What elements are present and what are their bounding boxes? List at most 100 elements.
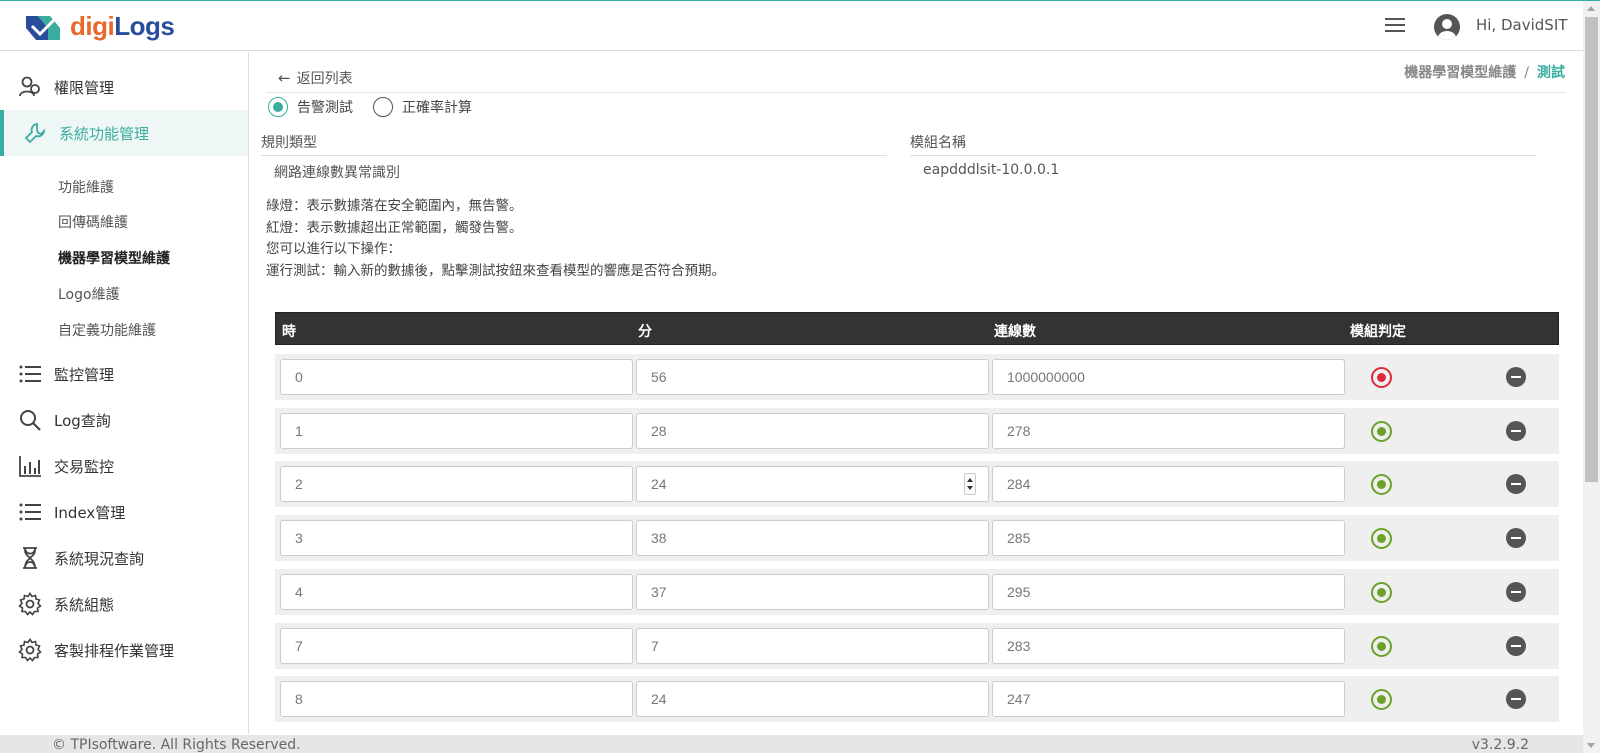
remove-row-icon[interactable] <box>1506 474 1526 494</box>
minute-value: 24 <box>651 476 667 492</box>
minute-input[interactable]: 38 <box>636 520 989 556</box>
radio-unchecked-icon <box>373 97 393 117</box>
breadcrumb-current: 測試 <box>1537 65 1565 81</box>
remove-row-icon[interactable] <box>1506 528 1526 548</box>
hour-input[interactable]: 8 <box>280 681 633 717</box>
arrow-left-icon: ← <box>278 69 291 87</box>
radio-label: 正確率計算 <box>402 100 472 116</box>
sidebar-item-transaction-monitor[interactable]: 交易監控 <box>0 443 248 489</box>
remove-row-icon[interactable] <box>1506 367 1526 387</box>
sidebar-item-label: 系統現況查詢 <box>54 549 145 568</box>
connections-input[interactable]: 278 <box>992 413 1345 449</box>
radio-alert-test[interactable]: 告警測試 <box>268 97 353 117</box>
sidebar-item-monitoring[interactable]: 監控管理 <box>0 351 248 397</box>
hour-input[interactable]: 0 <box>280 359 633 395</box>
column-header-connections: 連線數 <box>994 324 1036 340</box>
sidebar-item-permissions[interactable]: 權限管理 <box>0 64 248 110</box>
instruction-line: 紅燈：表示數據超出正常範圍，觸發告警。 <box>266 219 523 236</box>
connections-input[interactable]: 284 <box>992 466 1345 502</box>
table-header: 時 分 連線數 模組判定 <box>275 312 1559 345</box>
radio-accuracy-calc[interactable]: 正確率計算 <box>373 97 472 117</box>
minute-input[interactable]: 37 <box>636 574 989 610</box>
sidebar-subitem-ml-model[interactable]: 機器學習模型維護 <box>58 248 170 268</box>
column-header-minute: 分 <box>638 324 652 340</box>
minute-input[interactable]: 24 <box>636 466 989 502</box>
sidebar-subitem-return-code[interactable]: 回傳碼維護 <box>58 212 128 232</box>
divider <box>266 92 1566 93</box>
remove-row-icon[interactable] <box>1506 421 1526 441</box>
sidebar-item-label: Log查詢 <box>54 411 111 430</box>
minute-input[interactable]: 24 <box>636 681 989 717</box>
sidebar-subitem-function-maintenance[interactable]: 功能維護 <box>58 177 114 197</box>
sidebar-item-label: Index管理 <box>54 503 126 522</box>
back-label: 返回列表 <box>296 71 353 87</box>
wrench-icon <box>24 122 46 144</box>
table-row: 0 56 1000000000 <box>275 354 1559 400</box>
back-to-list-link[interactable]: ← 返回列表 <box>278 68 353 88</box>
logo-text-digi: digi <box>70 11 115 41</box>
connections-input[interactable]: 1000000000 <box>992 359 1345 395</box>
scroll-down-icon[interactable] <box>1587 743 1595 748</box>
sidebar-item-system-config[interactable]: 系統組態 <box>0 581 248 627</box>
search-icon <box>20 410 41 431</box>
table-row: 8 24 247 <box>275 676 1559 722</box>
column-header-hour: 時 <box>282 324 296 340</box>
logo-text-logs: Logs <box>114 11 175 41</box>
column-header-module-judgment: 模組判定 <box>1350 324 1406 340</box>
table-row: 2 24 284 <box>275 461 1559 507</box>
hour-input[interactable]: 2 <box>280 466 633 502</box>
sidebar-subitem-logo[interactable]: Logo維護 <box>58 284 120 304</box>
page-scrollbar[interactable] <box>1583 1 1600 753</box>
rule-type-label: 規則類型 <box>261 135 317 151</box>
ok-status-icon <box>1371 474 1392 495</box>
ok-status-icon <box>1371 528 1392 549</box>
connections-input[interactable]: 285 <box>992 520 1345 556</box>
connections-input[interactable]: 295 <box>992 574 1345 610</box>
gear-icon <box>18 592 42 616</box>
module-name-value: eapdddlsit-10.0.0.1 <box>923 162 1060 178</box>
sidebar-item-log-query[interactable]: Log查詢 <box>0 397 248 443</box>
module-name-label: 模組名稱 <box>910 135 966 151</box>
table-row: 7 7 283 <box>275 623 1559 669</box>
sidebar-item-index[interactable]: Index管理 <box>0 489 248 535</box>
ok-status-icon <box>1371 582 1392 603</box>
table-row: 4 37 295 <box>275 569 1559 615</box>
breadcrumb-separator: / <box>1524 65 1529 81</box>
sidebar-item-label: 系統組態 <box>54 595 115 614</box>
remove-row-icon[interactable] <box>1506 636 1526 656</box>
hour-input[interactable]: 4 <box>280 574 633 610</box>
app-logo[interactable]: digiLogs <box>24 11 175 42</box>
connections-input[interactable]: 283 <box>992 628 1345 664</box>
sidebar-item-label: 監控管理 <box>54 365 115 384</box>
hour-input[interactable]: 1 <box>280 413 633 449</box>
sidebar-subitem-custom-function[interactable]: 自定義功能維護 <box>58 320 156 340</box>
ok-status-icon <box>1371 421 1392 442</box>
scroll-up-icon[interactable] <box>1587 6 1595 11</box>
instruction-line: 運行測試：輸入新的數據後，點擊測試按鈕來查看模型的響應是否符合預期。 <box>266 262 725 279</box>
user-avatar-icon[interactable] <box>1434 14 1460 40</box>
radio-checked-icon <box>268 97 288 117</box>
scrollbar-thumb[interactable] <box>1585 17 1598 482</box>
hour-input[interactable]: 3 <box>280 520 633 556</box>
table-row: 3 38 285 <box>275 515 1559 561</box>
sidebar-item-system-functions[interactable]: 系統功能管理 <box>0 110 248 156</box>
sidebar-item-system-status[interactable]: 系統現況查詢 <box>0 535 248 581</box>
minute-input[interactable]: 28 <box>636 413 989 449</box>
remove-row-icon[interactable] <box>1506 689 1526 709</box>
minute-input[interactable]: 56 <box>636 359 989 395</box>
instruction-line: 綠燈：表示數據落在安全範圍內，無告警。 <box>266 198 523 214</box>
connections-input[interactable]: 247 <box>992 681 1345 717</box>
remove-row-icon[interactable] <box>1506 582 1526 602</box>
user-greeting[interactable]: Hi, DavidSIT <box>1476 16 1567 34</box>
hamburger-menu-icon[interactable] <box>1385 18 1405 34</box>
sidebar-item-label: 系統功能管理 <box>59 124 150 143</box>
sidebar-item-custom-schedule[interactable]: 客製排程作業管理 <box>0 627 248 673</box>
number-spinner-icon[interactable] <box>964 473 976 495</box>
alert-status-icon <box>1371 367 1392 388</box>
rule-type-value: 網路連線數異常識別 <box>274 165 400 181</box>
hour-input[interactable]: 7 <box>280 628 633 664</box>
rule-type-underline <box>261 155 887 156</box>
breadcrumb-parent[interactable]: 機器學習模型維護 <box>1404 65 1516 81</box>
minute-input[interactable]: 7 <box>636 628 989 664</box>
table-row: 1 28 278 <box>275 408 1559 454</box>
